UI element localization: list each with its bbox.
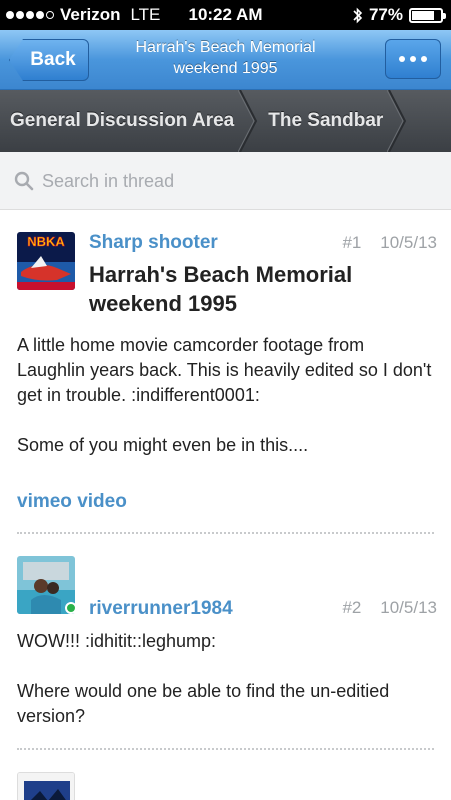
breadcrumb-item-general-discussion[interactable]: General Discussion Area <box>0 90 258 152</box>
post-number[interactable]: #1 <box>342 233 361 252</box>
battery-info: 77% <box>353 5 446 25</box>
search-field[interactable] <box>14 162 437 200</box>
post-meta: #1 10/5/13 <box>342 233 437 253</box>
thread-search-bar <box>0 152 451 210</box>
post-date: 10/5/13 <box>380 598 437 617</box>
back-button-label: Back <box>30 49 76 70</box>
breadcrumb: General Discussion Area The Sandbar <box>0 90 451 152</box>
status-bar: Verizon LTE 10:22 AM 77% <box>0 0 451 30</box>
navigation-bar: Back Harrah's Beach Memorial weekend 199… <box>0 30 451 90</box>
post-body: A little home movie camcorder footage fr… <box>17 335 432 455</box>
bluetooth-icon <box>353 7 363 23</box>
post-date: 10/5/13 <box>380 233 437 252</box>
post-3 <box>0 760 451 800</box>
post-author[interactable]: riverrunner1984 <box>89 598 233 620</box>
vimeo-video-link[interactable]: vimeo video <box>17 491 127 513</box>
thread-title: Harrah's Beach Memorial weekend 1995 <box>135 39 316 77</box>
post-title: Harrah's Beach Memorial weekend 1995 <box>89 262 353 316</box>
post-meta: #2 10/5/13 <box>342 598 437 618</box>
back-button[interactable]: Back <box>9 39 89 81</box>
battery-percent: 77% <box>368 5 403 24</box>
battery-icon <box>409 7 446 23</box>
avatar-logo-text: NBKA <box>27 234 65 249</box>
post-divider <box>17 748 434 750</box>
user-avatar-image <box>18 773 74 800</box>
chevron-right-icon <box>387 90 407 152</box>
more-options-button[interactable] <box>385 39 441 79</box>
breadcrumb-label: The Sandbar <box>268 110 384 131</box>
post-number[interactable]: #2 <box>342 598 361 617</box>
post-2: riverrunner1984 #2 10/5/13 WOW!!! :idhit… <box>0 540 451 760</box>
breadcrumb-item-the-sandbar[interactable]: The Sandbar <box>258 90 407 152</box>
user-avatar-image: NBKA <box>17 232 75 290</box>
avatar[interactable] <box>17 772 75 800</box>
post-divider <box>17 532 434 534</box>
avatar[interactable]: NBKA <box>17 232 75 290</box>
chevron-right-icon <box>238 90 258 152</box>
post-1: NBKA Sharp shooter #1 10/5/13 Harrah's B… <box>0 210 451 540</box>
post-body: WOW!!! :idhitit::leghump: Where would on… <box>17 631 390 726</box>
search-input[interactable] <box>42 170 382 192</box>
ellipsis-icon <box>399 56 405 62</box>
search-icon <box>14 171 34 191</box>
post-author[interactable]: Sharp shooter <box>89 232 218 254</box>
breadcrumb-label: General Discussion Area <box>10 110 235 131</box>
online-status-indicator <box>65 602 77 614</box>
